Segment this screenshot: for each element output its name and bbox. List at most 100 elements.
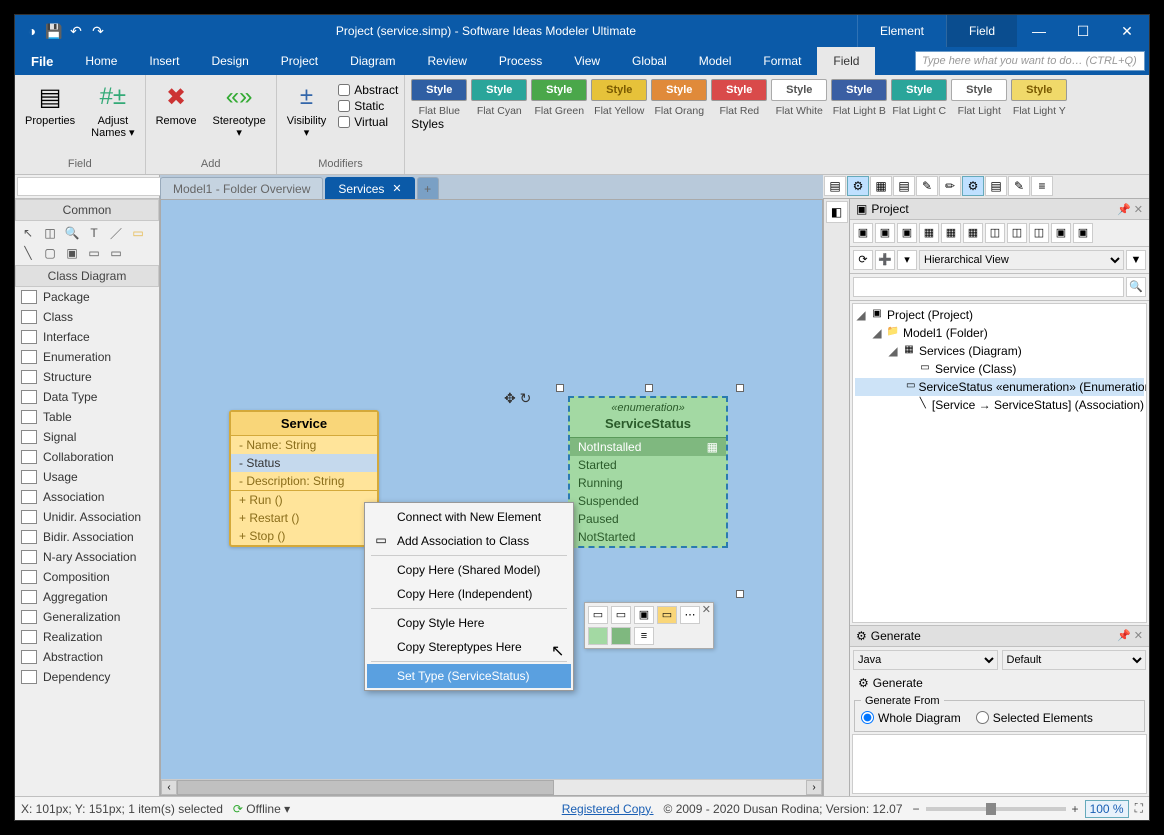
style-swatch[interactable]: Style [411, 79, 467, 101]
folder-tool[interactable]: ▭ [129, 225, 147, 241]
sidebar-btn[interactable]: ✎ [1008, 176, 1030, 196]
toolbox-item[interactable]: Table [15, 407, 159, 427]
ctx-copy-shared[interactable]: Copy Here (Shared Model) [367, 558, 571, 582]
tab-field-context[interactable]: Field [946, 15, 1017, 47]
close-icon[interactable]: ✕ [702, 603, 711, 616]
toolbox-item[interactable]: Data Type [15, 387, 159, 407]
scroll-thumb[interactable] [177, 780, 554, 795]
tree-node-assoc[interactable]: ╲[Service → ServiceStatus] (Association) [855, 396, 1144, 414]
template-select[interactable]: Default [1002, 650, 1147, 670]
style-swatch[interactable]: Style [891, 79, 947, 101]
enum-item[interactable]: Started [570, 456, 726, 474]
menu-diagram[interactable]: Diagram [334, 47, 411, 75]
abstract-check[interactable]: Abstract [338, 83, 398, 97]
toolbox-item[interactable]: N-ary Association [15, 547, 159, 567]
selection-handle[interactable] [736, 590, 744, 598]
text-tool[interactable]: T [85, 225, 103, 241]
menu-view[interactable]: View [558, 47, 616, 75]
toolbox-item[interactable]: Enumeration [15, 347, 159, 367]
mini-btn[interactable]: ▣ [634, 606, 654, 624]
selection-handle[interactable] [736, 384, 744, 392]
toolbox-item[interactable]: Abstraction [15, 647, 159, 667]
toolbox-search-input[interactable] [17, 177, 169, 196]
tree-node-diagram[interactable]: ◢▦Services (Diagram) [855, 342, 1144, 360]
field-row-selected[interactable]: - Status [231, 454, 377, 472]
mini-btn[interactable]: ▭ [588, 606, 608, 624]
ctx-connect[interactable]: Connect with New Element [367, 505, 571, 529]
toolbox-common-header[interactable]: Common [15, 199, 159, 221]
generate-button[interactable]: ⚙Generate [850, 673, 1149, 693]
refresh-icon[interactable]: ⟳ [853, 250, 873, 270]
tb-btn[interactable]: ▾ [897, 250, 917, 270]
sidebar-btn[interactable]: ▤ [985, 176, 1007, 196]
ctx-copy-stereotypes[interactable]: Copy Stereptypes Here [367, 635, 571, 659]
mini-btn[interactable] [588, 627, 608, 645]
lasso-tool[interactable]: ◫ [41, 225, 59, 241]
enum-item[interactable]: Suspended [570, 492, 726, 510]
line-tool[interactable]: ／ [107, 225, 125, 241]
menu-file[interactable]: File [15, 47, 69, 75]
toolbox-item[interactable]: Aggregation [15, 587, 159, 607]
pin-icon[interactable]: 📌 ✕ [1117, 203, 1143, 216]
new-tab-button[interactable]: + [417, 177, 439, 199]
more-icon[interactable]: ⋯ [680, 606, 700, 624]
doc-tab-services[interactable]: Services✕ [325, 177, 414, 199]
menu-model[interactable]: Model [683, 47, 748, 75]
tb-btn[interactable]: ◫ [985, 223, 1005, 243]
toolbox-item[interactable]: Class [15, 307, 159, 327]
toolbox-item[interactable]: Package [15, 287, 159, 307]
tb-btn[interactable]: ▦ [963, 223, 983, 243]
toolbox-item[interactable]: Association [15, 487, 159, 507]
mini-btn[interactable]: ▭ [657, 606, 677, 624]
field-row[interactable]: - Description: String [231, 472, 377, 490]
style-swatch[interactable]: Style [651, 79, 707, 101]
style-swatch[interactable]: Style [951, 79, 1007, 101]
enum-item[interactable]: Paused [570, 510, 726, 528]
pointer-tool[interactable]: ↖ [19, 225, 37, 241]
static-check[interactable]: Static [338, 99, 398, 113]
sidebar-btn[interactable]: ✎ [916, 176, 938, 196]
op-row[interactable]: + Stop () [231, 527, 377, 545]
properties-button[interactable]: ▤Properties [21, 79, 79, 129]
command-search[interactable]: Type here what you want to do… (CTRL+Q) [915, 51, 1145, 71]
slider-thumb[interactable] [986, 803, 996, 815]
tb-btn[interactable]: ▣ [875, 223, 895, 243]
menu-insert[interactable]: Insert [133, 47, 195, 75]
tb-btn[interactable]: ◫ [1007, 223, 1027, 243]
toolbox-classdiag-header[interactable]: Class Diagram [15, 265, 159, 287]
connector-tool[interactable]: ╲ [19, 245, 37, 261]
remove-button[interactable]: ✖Remove [152, 79, 201, 129]
mini-btn[interactable] [611, 627, 631, 645]
style-swatch[interactable]: Style [531, 79, 587, 101]
mini-btn[interactable]: ▭ [611, 606, 631, 624]
ctx-copy-independent[interactable]: Copy Here (Independent) [367, 582, 571, 606]
enum-item[interactable]: NotStarted [570, 528, 726, 546]
gear-icon[interactable]: ⚙ [962, 176, 984, 196]
sidebar-btn[interactable]: ✏ [939, 176, 961, 196]
toolbox-item[interactable]: Collaboration [15, 447, 159, 467]
menu-field[interactable]: Field [817, 47, 875, 75]
toolbox-item[interactable]: Composition [15, 567, 159, 587]
toolbox-item[interactable]: Structure [15, 367, 159, 387]
tb-btn[interactable]: ▣ [897, 223, 917, 243]
tb-btn[interactable]: ▦ [941, 223, 961, 243]
ctx-add-association[interactable]: ▭Add Association to Class [367, 529, 571, 553]
redo-icon[interactable]: ↷ [89, 22, 107, 40]
class-service[interactable]: Service - Name: String - Status - Descri… [229, 410, 379, 547]
container-tool[interactable]: ▭ [107, 245, 125, 261]
field-row[interactable]: - Name: String [231, 436, 377, 454]
zoom-in-button[interactable]: + [1072, 802, 1079, 816]
close-button[interactable]: ✕ [1105, 15, 1149, 47]
op-row[interactable]: + Restart () [231, 509, 377, 527]
tree-node-class[interactable]: ▭Service (Class) [855, 360, 1144, 378]
frame-tool[interactable]: ▣ [63, 245, 81, 261]
style-swatch[interactable]: Style [591, 79, 647, 101]
save-icon[interactable]: 💾 [45, 22, 63, 40]
zoom-slider[interactable] [926, 807, 1066, 811]
style-swatch[interactable]: Style [471, 79, 527, 101]
tb-btn[interactable]: ▣ [853, 223, 873, 243]
visibility-button[interactable]: ±Visibility ▾ [283, 79, 331, 141]
sidebar-btn[interactable]: ▤ [893, 176, 915, 196]
tree-node-enum[interactable]: ▭ServiceStatus «enumeration» (Enumeratio… [855, 378, 1144, 396]
style-swatch[interactable]: Style [711, 79, 767, 101]
